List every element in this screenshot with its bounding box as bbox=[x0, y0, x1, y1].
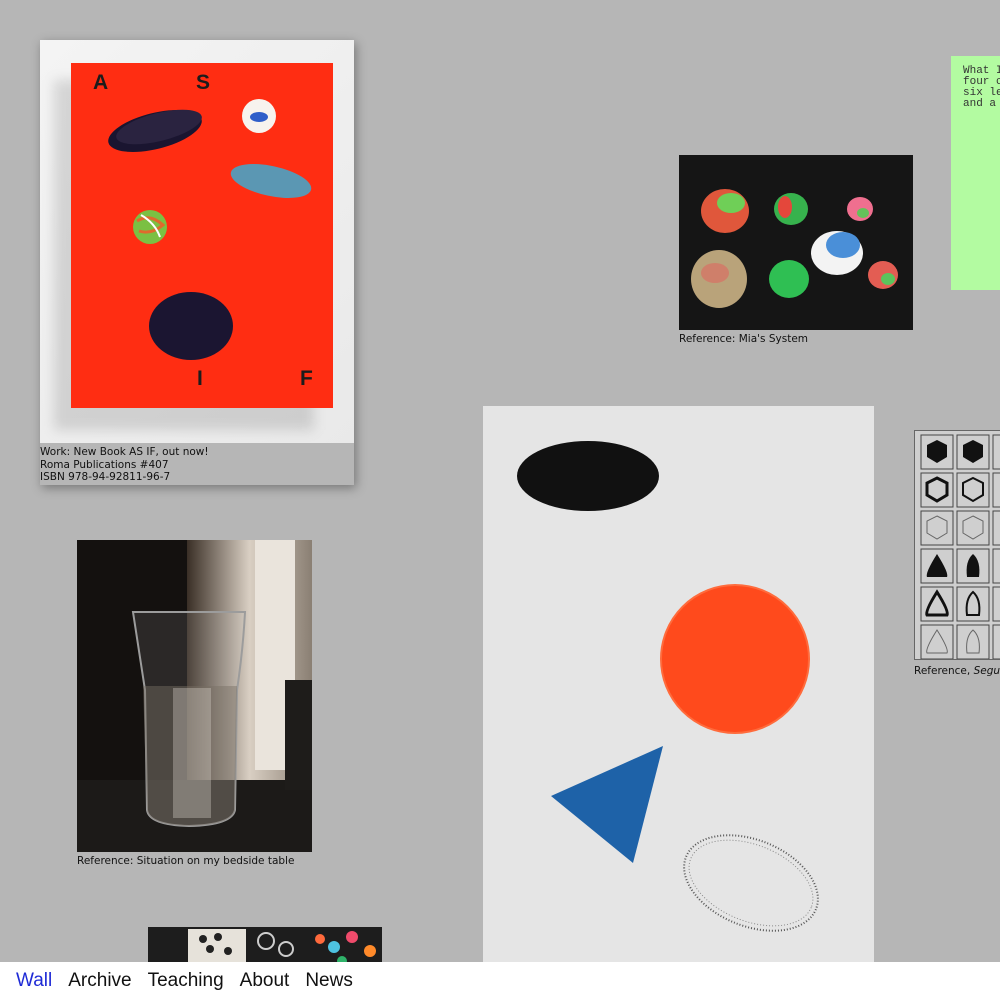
clay-photo bbox=[679, 155, 913, 330]
outline-ellipse bbox=[683, 834, 819, 932]
blue-triangle bbox=[551, 746, 663, 863]
shape-grid-caption: Reference, Segui bbox=[914, 665, 1000, 678]
nav-news[interactable]: News bbox=[305, 970, 353, 992]
glass-card[interactable]: Reference: Situation on my bedside table bbox=[77, 540, 312, 868]
glass-caption: Reference: Situation on my bedside table bbox=[77, 855, 295, 867]
book-photo: A S I F bbox=[40, 40, 354, 443]
nav-about[interactable]: About bbox=[240, 970, 290, 992]
caption-italic: Segui bbox=[973, 665, 1000, 677]
note-text: What I four c six le and a bbox=[963, 65, 1000, 110]
nav-wall[interactable]: Wall bbox=[16, 970, 52, 992]
text-note[interactable]: What I four c six le and a bbox=[951, 56, 1000, 290]
clay-caption: Reference: Mia's System bbox=[679, 333, 809, 345]
book-caption: Work: New Book AS IF, out now! Roma Publ… bbox=[40, 446, 209, 483]
glass-photo bbox=[77, 540, 312, 852]
shapes-print[interactable] bbox=[483, 406, 874, 966]
clay-card[interactable]: Reference: Mia's System bbox=[679, 155, 913, 346]
bottom-nav: Wall Archive Teaching About News bbox=[0, 962, 1000, 1000]
nav-archive[interactable]: Archive bbox=[68, 970, 131, 992]
caption-prefix: Reference, bbox=[914, 665, 974, 677]
book-cover: A S I F bbox=[71, 63, 333, 408]
shape-grid-card[interactable]: Reference, Segui bbox=[914, 430, 1000, 678]
nav-teaching[interactable]: Teaching bbox=[148, 970, 224, 992]
shape-grid-photo bbox=[914, 430, 1000, 660]
partial-photo-card[interactable] bbox=[148, 927, 382, 967]
cover-cutouts bbox=[108, 99, 312, 360]
black-ellipse bbox=[517, 441, 659, 511]
book-card[interactable]: A S I F Work: New Book AS IF, out now! R… bbox=[40, 40, 354, 485]
